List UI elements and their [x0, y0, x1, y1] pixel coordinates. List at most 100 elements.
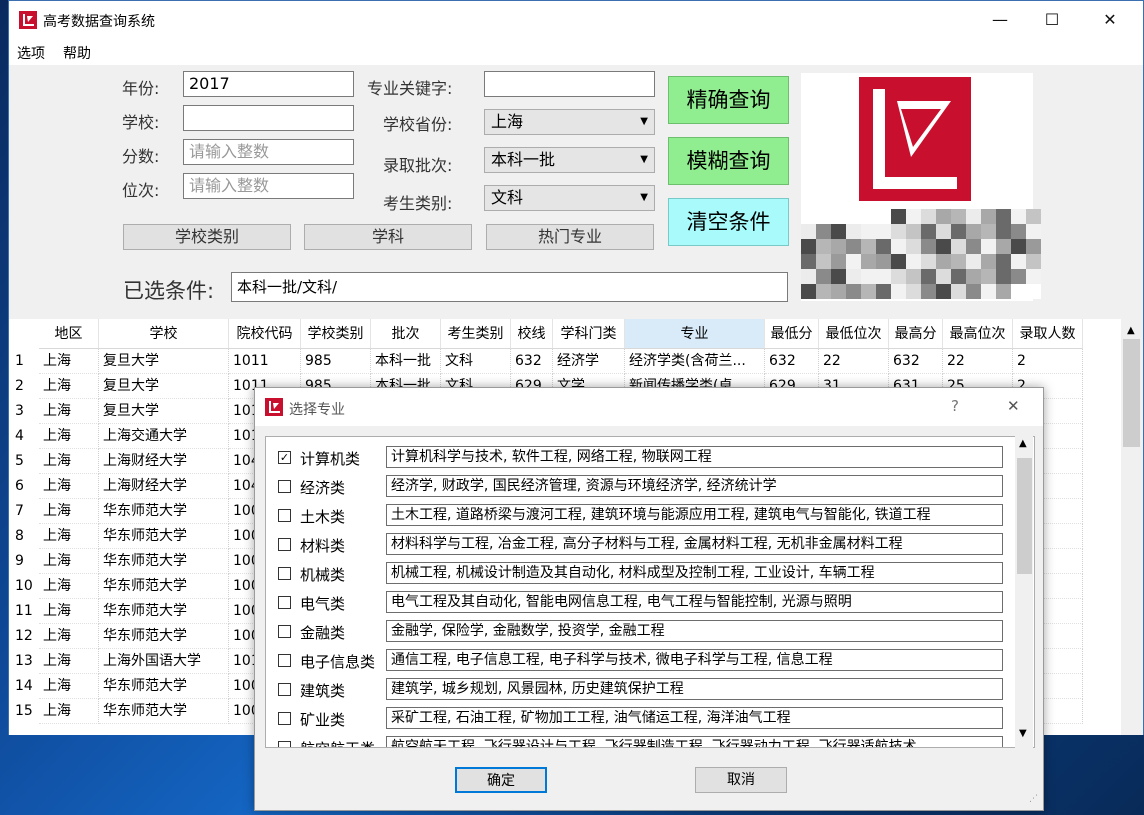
scroll-up-icon[interactable]: ▲ [1127, 325, 1135, 336]
menu-options[interactable]: 选项 [17, 43, 45, 63]
table-cell[interactable]: 22 [943, 349, 1013, 374]
table-cell[interactable]: 复旦大学 [99, 349, 229, 374]
table-cell[interactable]: 华东师范大学 [99, 699, 229, 724]
table-cell[interactable]: 上海财经大学 [99, 474, 229, 499]
table-cell[interactable]: 华东师范大学 [99, 599, 229, 624]
help-button[interactable]: ? [951, 397, 959, 415]
column-header[interactable]: 学校类别 [301, 319, 371, 349]
column-header[interactable]: 专业 [625, 319, 765, 349]
major-description-field[interactable]: 电气工程及其自动化, 智能电网信息工程, 电气工程与智能控制, 光源与照明 [386, 591, 1003, 613]
table-cell[interactable]: 华东师范大学 [99, 574, 229, 599]
major-description-field[interactable]: 计算机科学与技术, 软件工程, 网络工程, 物联网工程 [386, 446, 1003, 468]
type-select[interactable]: 文科 ▼ [484, 185, 655, 211]
table-cell[interactable]: 上海交通大学 [99, 424, 229, 449]
table-cell[interactable]: 上海 [39, 674, 99, 699]
scroll-up-icon[interactable]: ▲ [1019, 438, 1027, 449]
major-description-field[interactable]: 材料科学与工程, 冶金工程, 高分子材料与工程, 金属材料工程, 无机非金属材料… [386, 533, 1003, 555]
column-header[interactable]: 院校代码 [229, 319, 301, 349]
table-cell[interactable]: 上海 [39, 549, 99, 574]
table-cell[interactable]: 2 [1013, 349, 1083, 374]
table-cell[interactable]: 上海 [39, 499, 99, 524]
ok-button[interactable]: 确定 [455, 767, 547, 793]
table-cell[interactable]: 22 [819, 349, 889, 374]
major-checkbox[interactable] [278, 596, 291, 609]
table-cell[interactable]: 上海 [39, 374, 99, 399]
column-header[interactable]: 学科门类 [553, 319, 625, 349]
table-cell[interactable]: 1011 [229, 349, 301, 374]
major-description-field[interactable]: 通信工程, 电子信息工程, 电子科学与技术, 微电子科学与工程, 信息工程 [386, 649, 1003, 671]
selected-conditions-field[interactable]: 本科一批/文科/ [231, 272, 788, 302]
school-input[interactable] [183, 105, 354, 131]
dialog-close-button[interactable]: ✕ [1007, 397, 1020, 415]
subject-button[interactable]: 学科 [304, 224, 472, 250]
table-cell[interactable]: 上海 [39, 399, 99, 424]
column-header[interactable]: 最高位次 [943, 319, 1013, 349]
hot-major-button[interactable]: 热门专业 [486, 224, 654, 250]
keyword-input[interactable] [484, 71, 655, 97]
table-cell[interactable]: 上海财经大学 [99, 449, 229, 474]
table-cell[interactable]: 经济学 [553, 349, 625, 374]
column-header[interactable]: 地区 [39, 319, 99, 349]
table-cell[interactable]: 华东师范大学 [99, 674, 229, 699]
table-cell[interactable]: 华东师范大学 [99, 549, 229, 574]
menu-help[interactable]: 帮助 [63, 43, 91, 63]
table-cell[interactable]: 上海 [39, 524, 99, 549]
column-header[interactable]: 学校 [99, 319, 229, 349]
table-cell[interactable]: 上海 [39, 624, 99, 649]
table-cell[interactable]: 复旦大学 [99, 374, 229, 399]
major-checkbox[interactable] [278, 625, 291, 638]
exact-query-button[interactable]: 精确查询 [668, 76, 789, 124]
column-header[interactable]: 最高分 [889, 319, 943, 349]
score-input[interactable]: 请输入整数 [183, 139, 354, 165]
table-cell[interactable]: 632 [889, 349, 943, 374]
table-cell[interactable]: 上海 [39, 699, 99, 724]
scroll-down-icon[interactable]: ▼ [1019, 728, 1027, 739]
dialog-scrollbar[interactable]: ▲ ▼ [1015, 436, 1033, 748]
major-description-field[interactable]: 航空航天工程, 飞行器设计与工程, 飞行器制造工程, 飞行器动力工程, 飞行器适… [386, 736, 1003, 747]
major-description-field[interactable]: 机械工程, 机械设计制造及其自动化, 材料成型及控制工程, 工业设计, 车辆工程 [386, 562, 1003, 584]
minimize-button[interactable]: — [977, 1, 1023, 39]
scroll-thumb[interactable] [1017, 458, 1032, 574]
table-cell[interactable]: 华东师范大学 [99, 524, 229, 549]
table-cell[interactable]: 华东师范大学 [99, 624, 229, 649]
table-cell[interactable]: 632 [765, 349, 819, 374]
clear-conditions-button[interactable]: 清空条件 [668, 198, 789, 246]
table-cell[interactable]: 本科一批 [371, 349, 441, 374]
school-type-button[interactable]: 学校类别 [123, 224, 291, 250]
major-description-field[interactable]: 经济学, 财政学, 国民经济管理, 资源与环境经济学, 经济统计学 [386, 475, 1003, 497]
resize-grip-icon[interactable]: ⋰ [1029, 794, 1038, 804]
close-button[interactable]: ✕ [1087, 1, 1133, 39]
major-checkbox[interactable] [278, 567, 291, 580]
table-cell[interactable]: 上海 [39, 424, 99, 449]
column-header[interactable]: 考生类别 [441, 319, 511, 349]
table-cell[interactable]: 上海 [39, 574, 99, 599]
province-select[interactable]: 上海 ▼ [484, 109, 655, 135]
table-cell[interactable]: 经济学类(含荷兰... [625, 349, 765, 374]
table-cell[interactable]: 上海 [39, 599, 99, 624]
major-description-field[interactable]: 建筑学, 城乡规划, 风景园林, 历史建筑保护工程 [386, 678, 1003, 700]
table-cell[interactable]: 复旦大学 [99, 399, 229, 424]
scroll-thumb[interactable] [1123, 339, 1140, 447]
year-input[interactable]: 2017 [183, 71, 354, 97]
major-checkbox[interactable] [278, 509, 291, 522]
cancel-button[interactable]: 取消 [695, 767, 787, 793]
table-cell[interactable]: 文科 [441, 349, 511, 374]
table-cell[interactable]: 632 [511, 349, 553, 374]
major-description-field[interactable]: 土木工程, 道路桥梁与渡河工程, 建筑环境与能源应用工程, 建筑电气与智能化, … [386, 504, 1003, 526]
major-checkbox[interactable]: ✓ [278, 451, 291, 464]
column-header[interactable]: 录取人数 [1013, 319, 1083, 349]
table-cell[interactable]: 上海 [39, 349, 99, 374]
table-cell[interactable]: 华东师范大学 [99, 499, 229, 524]
major-checkbox[interactable] [278, 741, 291, 747]
major-description-field[interactable]: 金融学, 保险学, 金融数学, 投资学, 金融工程 [386, 620, 1003, 642]
major-checkbox[interactable] [278, 654, 291, 667]
major-description-field[interactable]: 采矿工程, 石油工程, 矿物加工工程, 油气储运工程, 海洋油气工程 [386, 707, 1003, 729]
column-header[interactable]: 校线 [511, 319, 553, 349]
column-header[interactable]: 批次 [371, 319, 441, 349]
major-checkbox[interactable] [278, 538, 291, 551]
fuzzy-query-button[interactable]: 模糊查询 [668, 137, 789, 185]
table-cell[interactable]: 上海 [39, 449, 99, 474]
table-cell[interactable]: 上海 [39, 649, 99, 674]
column-header[interactable]: 最低分 [765, 319, 819, 349]
table-cell[interactable]: 985 [301, 349, 371, 374]
